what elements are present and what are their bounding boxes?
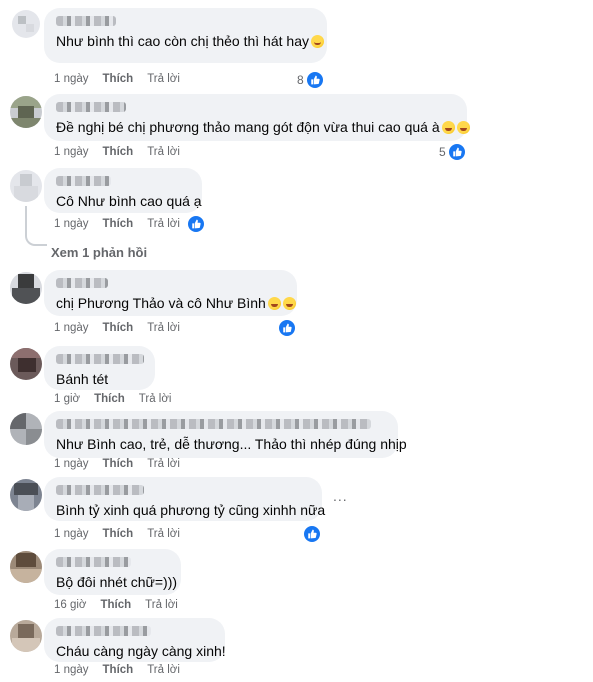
author-name[interactable] bbox=[56, 354, 144, 364]
timestamp[interactable]: 1 ngày bbox=[54, 146, 89, 158]
comment-text: Bình tỷ xinh quá phương tỷ cũng xinhh nữ… bbox=[56, 502, 326, 518]
comment-bubble: chị Phương Thảo và cô Như Bình bbox=[44, 270, 297, 316]
author-name[interactable] bbox=[56, 626, 151, 636]
timestamp[interactable]: 1 ngày bbox=[54, 218, 89, 230]
comment-text: Bộ đôi nhét chữ=))) bbox=[56, 574, 178, 590]
reply-button[interactable]: Trả lời bbox=[147, 322, 180, 334]
like-button[interactable]: Thích bbox=[103, 218, 134, 230]
reply-button[interactable]: Trả lời bbox=[147, 528, 180, 540]
like-button[interactable]: Thích bbox=[100, 599, 131, 611]
comment-meta: 16 giờ Thích Trả lời bbox=[54, 599, 192, 611]
laughing-face-emoji bbox=[441, 121, 455, 134]
like-button[interactable]: Thích bbox=[103, 528, 134, 540]
author-name[interactable] bbox=[56, 16, 116, 26]
author-name[interactable] bbox=[56, 102, 126, 112]
avatar[interactable] bbox=[10, 96, 42, 128]
comment-meta: 1 ngày Thích Trả lời bbox=[54, 528, 194, 540]
timestamp[interactable]: 1 ngày bbox=[54, 458, 89, 470]
comment-text: Bánh tét bbox=[56, 371, 109, 387]
comment-bubble: Bánh tét bbox=[44, 346, 155, 390]
laughing-face-emoji bbox=[456, 121, 470, 134]
comment-meta: 1 ngày Thích Trả lời bbox=[54, 664, 194, 676]
like-button[interactable]: Thích bbox=[103, 458, 134, 470]
comment-meta: 1 giờ Thích Trả lời bbox=[54, 393, 185, 405]
reaction-count[interactable] bbox=[279, 320, 295, 336]
comment-text: Đề nghị bé chị phương thảo mang gót độn … bbox=[56, 119, 440, 135]
more-options-icon[interactable]: ... bbox=[333, 488, 348, 504]
comment-bubble: Như Bình cao, trẻ, dễ thương... Thảo thì… bbox=[44, 411, 407, 458]
reaction-number: 8 bbox=[297, 73, 304, 87]
comment-text: Như Bình cao, trẻ, dễ thương... Thảo thì… bbox=[56, 436, 407, 452]
thread-line bbox=[25, 206, 47, 246]
timestamp[interactable]: 1 ngày bbox=[54, 73, 89, 85]
comment-bubble: Đề nghị bé chị phương thảo mang gót độn … bbox=[44, 94, 470, 141]
comment-meta: 1 ngày Thích Trả lời bbox=[54, 146, 194, 158]
author-name[interactable] bbox=[56, 278, 108, 288]
avatar[interactable] bbox=[10, 272, 42, 304]
laughing-face-emoji bbox=[282, 297, 296, 310]
reply-button[interactable]: Trả lời bbox=[147, 664, 180, 676]
avatar[interactable] bbox=[10, 413, 42, 445]
avatar[interactable] bbox=[10, 170, 42, 202]
timestamp[interactable]: 1 ngày bbox=[54, 664, 89, 676]
reaction-count[interactable]: 5 bbox=[439, 144, 465, 160]
timestamp[interactable]: 16 giờ bbox=[54, 599, 86, 611]
reply-button[interactable]: Trả lời bbox=[139, 393, 172, 405]
comment-bubble: Bình tỷ xinh quá phương tỷ cũng xinhh nữ… bbox=[44, 477, 326, 521]
reply-button[interactable]: Trả lời bbox=[147, 73, 180, 85]
timestamp[interactable]: 1 ngày bbox=[54, 528, 89, 540]
comment-text: Cô Như bình cao quá ạ bbox=[56, 193, 202, 209]
like-icon bbox=[304, 526, 320, 542]
like-icon bbox=[279, 320, 295, 336]
timestamp[interactable]: 1 ngày bbox=[54, 322, 89, 334]
avatar[interactable] bbox=[12, 10, 40, 38]
reaction-count[interactable] bbox=[304, 526, 320, 542]
like-icon bbox=[306, 72, 323, 88]
comment-bubble: Như bình thì cao còn chị thẻo thì hát ha… bbox=[44, 8, 327, 63]
reply-button[interactable]: Trả lời bbox=[147, 218, 180, 230]
view-replies-link[interactable]: Xem 1 phản hồi bbox=[51, 245, 147, 260]
like-button[interactable]: Thích bbox=[103, 146, 134, 158]
author-name[interactable] bbox=[56, 176, 111, 186]
reply-button[interactable]: Trả lời bbox=[147, 146, 180, 158]
comment-meta: 1 ngày Thích Trả lời bbox=[54, 218, 194, 230]
comment-meta: 1 ngày Thích Trả lời bbox=[54, 458, 194, 470]
comment-text: chị Phương Thảo và cô Như Bình bbox=[56, 295, 266, 311]
comment-meta: 1 ngày Thích Trả lời bbox=[54, 322, 194, 334]
author-name[interactable] bbox=[56, 557, 131, 567]
avatar[interactable] bbox=[10, 551, 42, 583]
avatar[interactable] bbox=[10, 620, 42, 652]
avatar[interactable] bbox=[10, 348, 42, 380]
reaction-count[interactable]: 8 bbox=[297, 72, 323, 88]
comment-bubble: Cháu càng ngày càng xinh! bbox=[44, 618, 226, 662]
like-button[interactable]: Thích bbox=[94, 393, 125, 405]
laughing-face-emoji bbox=[267, 297, 281, 310]
avatar[interactable] bbox=[10, 479, 42, 511]
reply-button[interactable]: Trả lời bbox=[145, 599, 178, 611]
reply-button[interactable]: Trả lời bbox=[147, 458, 180, 470]
smiling-face-emoji bbox=[310, 35, 324, 48]
comment-text: Như bình thì cao còn chị thẻo thì hát ha… bbox=[56, 33, 309, 49]
comment-text: Cháu càng ngày càng xinh! bbox=[56, 643, 226, 659]
timestamp[interactable]: 1 giờ bbox=[54, 393, 80, 405]
like-button[interactable]: Thích bbox=[103, 73, 134, 85]
like-button[interactable]: Thích bbox=[103, 664, 134, 676]
like-icon bbox=[448, 144, 465, 160]
like-icon bbox=[188, 216, 204, 232]
like-button[interactable]: Thích bbox=[103, 322, 134, 334]
author-name[interactable] bbox=[56, 419, 371, 429]
reaction-count[interactable] bbox=[188, 216, 204, 232]
comment-bubble: Cô Như bình cao quá ạ bbox=[44, 168, 202, 213]
comment-bubble: Bộ đôi nhét chữ=))) bbox=[44, 549, 181, 595]
author-name[interactable] bbox=[56, 485, 144, 495]
reaction-number: 5 bbox=[439, 145, 446, 159]
comment-meta: 1 ngày Thích Trả lời bbox=[54, 73, 194, 85]
